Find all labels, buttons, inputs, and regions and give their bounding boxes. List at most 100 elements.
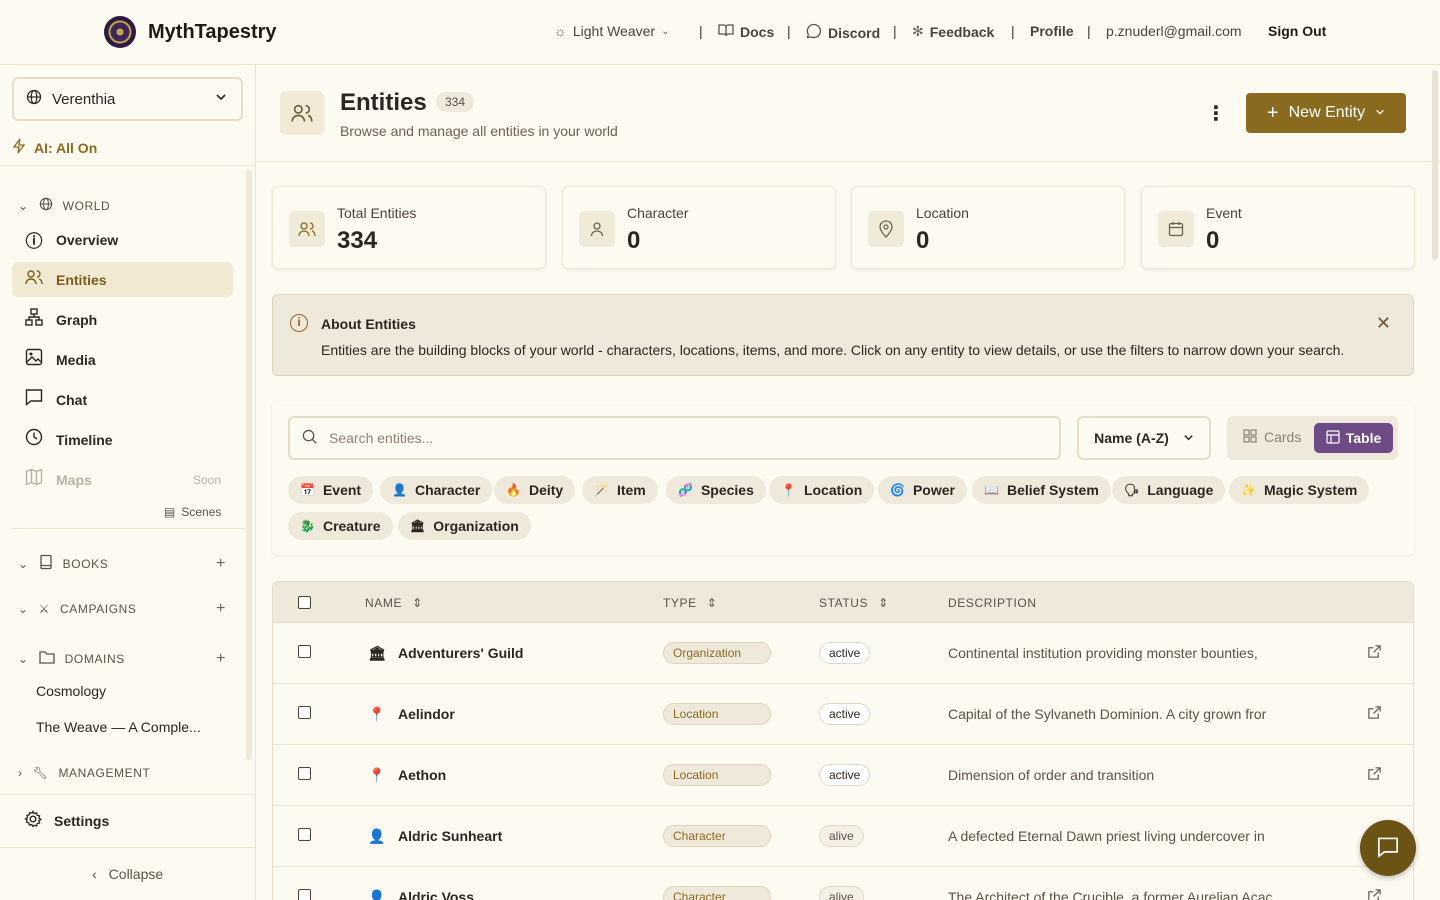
logo-icon[interactable]	[104, 16, 136, 48]
entity-name[interactable]: Aelindor	[398, 706, 455, 723]
table-row[interactable]: 🏛 Adventurers' Guild Organization active …	[273, 623, 1413, 684]
table-row[interactable]: 📍 Aelindor Location active Capital of the…	[273, 684, 1413, 745]
section-books[interactable]: ⌄ BOOKS +	[18, 554, 225, 573]
entity-name[interactable]: Aethon	[398, 767, 446, 784]
globe-icon	[26, 89, 42, 109]
sidebar-item-timeline[interactable]: Timeline	[12, 422, 233, 457]
theme-selector[interactable]: ☼ Light Weaver ⌄	[554, 23, 669, 39]
docs-link[interactable]: Docs	[718, 23, 774, 40]
filter-chip-belief-system[interactable]: 📖 Belief System	[972, 476, 1111, 504]
domain-item[interactable]: Cosmology	[36, 683, 106, 699]
table-header: NAME ⇕ TYPE ⇕ STATUS ⇕ DESCRIPTION	[273, 582, 1413, 623]
table-row[interactable]: 📍 Aethon Location active Dimension of ord…	[273, 745, 1413, 806]
grid-icon	[1243, 429, 1257, 446]
external-link-icon[interactable]	[1367, 888, 1382, 900]
sidebar-item-graph[interactable]: Graph	[12, 302, 233, 337]
sidebar-item-media[interactable]: Media	[12, 342, 233, 377]
stat-value: 0	[916, 227, 930, 254]
select-all-checkbox[interactable]	[298, 596, 311, 609]
entity-name[interactable]: Adventurers' Guild	[398, 645, 523, 662]
discord-link[interactable]: Discord	[806, 23, 880, 42]
external-link-icon[interactable]	[1367, 766, 1382, 784]
feedback-link[interactable]: ✻ Feedback	[912, 23, 994, 40]
speaking-head-icon: 🗣	[1124, 483, 1140, 497]
document-icon: ▤	[164, 505, 176, 519]
sidebar-scrollbar[interactable]	[246, 170, 252, 760]
section-domains[interactable]: ⌄ DOMAINS +	[18, 650, 225, 667]
table-view-button[interactable]: Table	[1314, 423, 1393, 453]
ai-toggle[interactable]: AI: All On	[12, 138, 97, 157]
cards-view-button[interactable]: Cards	[1243, 429, 1301, 446]
page-scrollbar[interactable]	[1432, 70, 1438, 260]
world-selector[interactable]: Verenthia	[12, 77, 243, 121]
status-badge: active	[819, 764, 871, 786]
filter-chip-magic-system[interactable]: ✨ Magic System	[1229, 476, 1370, 504]
settings-link[interactable]: Settings	[24, 810, 109, 831]
column-name[interactable]: NAME ⇕	[365, 596, 423, 610]
filter-chip-power[interactable]: 🌀 Power	[878, 476, 967, 504]
book-icon	[39, 554, 53, 573]
stat-value: 334	[337, 227, 378, 254]
row-checkbox[interactable]	[298, 828, 311, 841]
row-checkbox[interactable]	[298, 645, 311, 658]
collapse-button[interactable]: ‹ Collapse	[92, 866, 163, 882]
filter-chip-organization[interactable]: 🏛 Organization	[398, 512, 531, 540]
domain-item[interactable]: The Weave — A Comple...	[36, 719, 201, 735]
chip-label: Item	[616, 482, 646, 498]
building-icon: 🏛	[410, 519, 426, 533]
add-domain-icon[interactable]: +	[216, 650, 226, 668]
entity-name[interactable]: Aldric Sunheart	[398, 828, 502, 845]
column-type[interactable]: TYPE ⇕	[663, 596, 717, 610]
column-label: NAME	[365, 596, 403, 610]
filter-chip-creature[interactable]: 🐉 Creature	[288, 512, 393, 540]
entity-name[interactable]: Aldric Voss	[398, 889, 474, 900]
user-email: p.znuderl@gmail.com	[1106, 23, 1242, 39]
close-icon[interactable]: ✕	[1376, 313, 1391, 334]
filter-chip-character[interactable]: 👤 Character	[380, 476, 493, 504]
type-badge: Location	[663, 764, 771, 786]
chip-label: Language	[1147, 482, 1214, 498]
sort-dropdown[interactable]: Name (A-Z)	[1077, 416, 1211, 460]
brand-name[interactable]: MythTapestry	[148, 21, 277, 44]
sidebar-item-entities[interactable]: Entities	[12, 262, 233, 297]
section-world[interactable]: ⌄ WORLD	[18, 197, 110, 214]
row-checkbox[interactable]	[298, 706, 311, 719]
info-circle-icon: ⓘ	[25, 232, 43, 251]
stat-value: 0	[627, 227, 641, 254]
filter-chip-language[interactable]: 🗣 Language	[1112, 476, 1226, 504]
filter-chip-species[interactable]: 🧬 Species	[666, 476, 766, 504]
more-options-icon[interactable]: ⋮	[1206, 101, 1226, 126]
filter-chip-location[interactable]: 📍 Location	[769, 476, 875, 504]
profile-link[interactable]: Profile	[1030, 23, 1074, 39]
message-square-icon	[1376, 836, 1400, 861]
sidebar-item-overview[interactable]: ⓘ Overview	[12, 222, 233, 257]
table-row[interactable]: 👤 Aldric Sunheart Character alive A defec…	[273, 806, 1413, 867]
sidebar-item-chat[interactable]: Chat	[12, 382, 233, 417]
map-pin-icon	[868, 211, 904, 247]
section-campaigns[interactable]: ⌄ ⚔ CAMPAIGNS +	[18, 600, 225, 617]
add-campaign-icon[interactable]: +	[216, 600, 226, 618]
external-link-icon[interactable]	[1367, 705, 1382, 723]
filter-chip-deity[interactable]: 🔥 Deity	[494, 476, 576, 504]
entities-table: NAME ⇕ TYPE ⇕ STATUS ⇕ DESCRIPTION 🏛 Adventu…	[272, 581, 1414, 900]
swirl-icon: 🌀	[890, 483, 905, 497]
filter-chip-item[interactable]: 🪄 Item	[582, 476, 658, 504]
column-status[interactable]: STATUS ⇕	[819, 596, 889, 610]
nav-separator: |	[787, 23, 791, 39]
nav-separator: |	[1011, 23, 1015, 39]
scenes-link[interactable]: ▤ Scenes	[164, 505, 221, 519]
discord-label: Discord	[828, 24, 881, 41]
row-checkbox[interactable]	[298, 767, 311, 780]
external-link-icon[interactable]	[1367, 644, 1382, 662]
table-row[interactable]: 👤 Aldric Voss Character alive The Archite…	[273, 867, 1413, 900]
filter-chip-event[interactable]: 📅 Event	[288, 476, 374, 504]
stat-card-event: Event 0	[1141, 186, 1415, 269]
sign-out-button[interactable]: Sign Out	[1268, 23, 1326, 39]
chat-fab-button[interactable]	[1360, 820, 1416, 876]
new-entity-button[interactable]: + New Entity	[1246, 93, 1406, 133]
search-input[interactable]: Search entities...	[288, 416, 1061, 460]
add-book-icon[interactable]: +	[216, 555, 226, 573]
section-management[interactable]: › 🔧︎ MANAGEMENT	[18, 766, 150, 780]
row-checkbox[interactable]	[298, 889, 311, 900]
swords-icon: ⚔	[38, 602, 51, 616]
